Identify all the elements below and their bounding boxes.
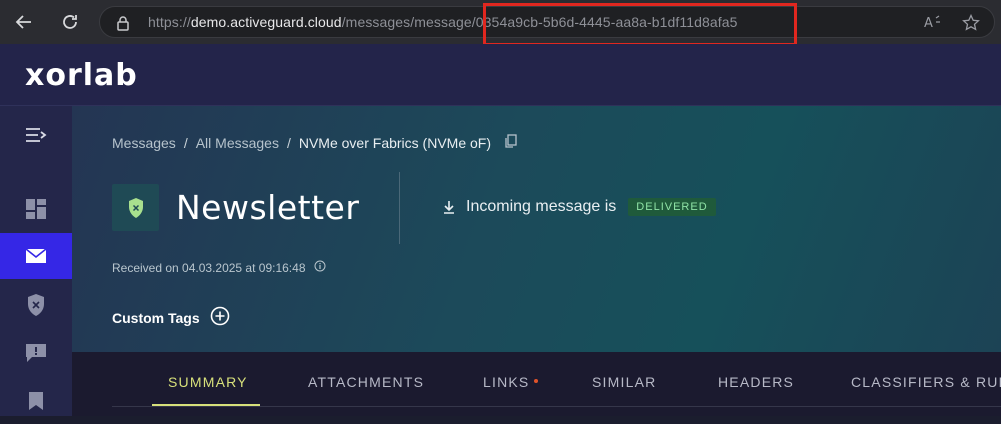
- tab-attachments[interactable]: ATTACHMENTS: [308, 374, 424, 390]
- url-path: /messages/message/: [341, 14, 476, 30]
- reload-icon: [63, 15, 77, 29]
- menu-expand-icon: [26, 128, 47, 142]
- sidebar-toggle[interactable]: [0, 112, 72, 158]
- tab-links[interactable]: LINKS: [483, 374, 539, 390]
- back-button[interactable]: [12, 10, 36, 34]
- favorite-star-icon[interactable]: [962, 13, 980, 35]
- browser-toolbar: https://demo.activeguard.cloud/messages/…: [0, 0, 1001, 46]
- shield-x-icon: [128, 197, 143, 218]
- url-scheme: https://: [148, 14, 191, 30]
- sidebar-item-messages[interactable]: [0, 233, 72, 279]
- received-info: Received on 04.03.2025 at 09:16:48: [112, 260, 326, 275]
- breadcrumb: Messages / All Messages / NVMe over Fabr…: [112, 134, 517, 151]
- info-icon[interactable]: [314, 260, 326, 275]
- app-header: xorlab: [0, 44, 1001, 106]
- message-hero: Messages / All Messages / NVMe over Fabr…: [72, 106, 1001, 352]
- active-tab-indicator: [152, 404, 260, 406]
- received-text: Received on 04.03.2025 at 09:16:48: [112, 260, 306, 275]
- tab-summary[interactable]: SUMMARY: [168, 374, 248, 390]
- message-tabs: SUMMARY ATTACHMENTS LINKS SIMILAR HEADER…: [72, 352, 1001, 416]
- sidebar-item-reports[interactable]: [0, 330, 72, 376]
- sidebar-item-dashboard[interactable]: [0, 186, 72, 232]
- shield-x-icon: [28, 294, 44, 316]
- message-type-badge: [112, 184, 159, 231]
- breadcrumb-messages[interactable]: Messages: [112, 135, 176, 151]
- download-icon: [444, 201, 454, 214]
- add-tag-button[interactable]: [210, 306, 230, 329]
- read-aloud-icon[interactable]: A: [924, 14, 942, 33]
- plus-circle-icon: [210, 306, 229, 326]
- dashboard-icon: [26, 199, 46, 219]
- notification-dot: [534, 379, 539, 384]
- alert-message-icon: [26, 344, 46, 362]
- tabs-divider: [112, 406, 1001, 407]
- url-highlight-box: [483, 3, 797, 46]
- mail-icon: [25, 248, 47, 263]
- xorlab-logo[interactable]: xorlab: [25, 58, 138, 93]
- url-host: demo.activeguard.cloud: [190, 14, 342, 30]
- breadcrumb-all-messages[interactable]: All Messages: [196, 135, 279, 151]
- bookmark-icon: [29, 392, 43, 410]
- tab-classifiers-rules[interactable]: CLASSIFIERS & RULES: [851, 374, 1001, 390]
- delivery-status: Incoming message is DELIVERED: [442, 198, 716, 216]
- copy-icon[interactable]: [505, 134, 517, 151]
- sidebar-item-threats[interactable]: [0, 282, 72, 328]
- divider: [399, 172, 400, 244]
- lock-icon: [116, 15, 130, 36]
- page-title: Newsletter: [176, 188, 360, 227]
- back-arrow-icon: [15, 15, 31, 29]
- status-text: Incoming message is: [466, 198, 617, 215]
- tab-headers[interactable]: HEADERS: [718, 374, 794, 390]
- reload-button[interactable]: [58, 10, 82, 34]
- tab-links-label: LINKS: [483, 374, 530, 390]
- svg-text:A: A: [924, 16, 933, 30]
- status-badge: DELIVERED: [628, 198, 716, 216]
- tab-similar[interactable]: SIMILAR: [592, 374, 656, 390]
- breadcrumb-current: NVMe over Fabrics (NVMe oF): [298, 134, 492, 151]
- sidebar: [0, 106, 72, 416]
- breadcrumb-separator: /: [183, 134, 188, 151]
- custom-tags: Custom Tags: [112, 306, 230, 329]
- breadcrumb-separator: /: [286, 134, 291, 151]
- custom-tags-label: Custom Tags: [112, 309, 200, 326]
- sidebar-item-bookmarks[interactable]: [0, 378, 72, 424]
